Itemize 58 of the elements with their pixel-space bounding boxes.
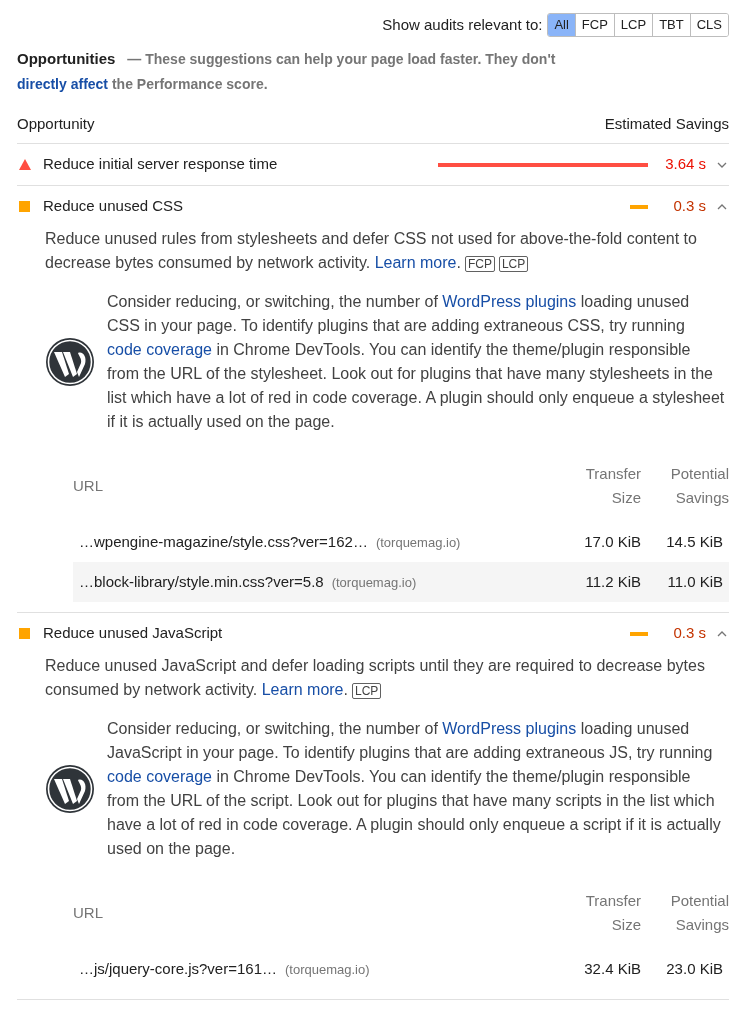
filter-button[interactable]: All — [548, 14, 575, 36]
section-description: Opportunities — These suggestions can help your page load faster. They don't directly affect the Performance score. — [17, 49, 557, 94]
audit-header[interactable]: Reduce initial server response time 3.64 s — [17, 144, 729, 185]
url-text: …wpengine-magazine/style.css?ver=162… — [79, 531, 368, 552]
link[interactable]: code coverage — [107, 341, 212, 358]
table-cell-text: 23.0 KiB — [665, 958, 723, 979]
savings-bar — [630, 631, 648, 636]
link[interactable]: Learn more — [374, 254, 457, 271]
link[interactable]: directly affect — [17, 76, 109, 92]
column-header: Transfer Size — [584, 464, 641, 508]
square-icon — [19, 628, 30, 639]
link[interactable]: WordPress plugins — [442, 720, 577, 737]
table-cell-text: 32.4 KiB — [583, 958, 641, 979]
column-header: URL — [73, 903, 104, 923]
stack-pack-note: Consider reducing, or switching, the number of WordPress plugins loading unused JavaScript in your page. To identify plugins that are adding extraneous JS, try running code coverage in Chrome DevTools. You can identify the theme/plugin responsible from the URL of the script. Look out for plugins that have many scripts in the list which have a lot of red in code coverage. A plugin should only enqueue a script if it is actually used on the page. — [107, 719, 722, 859]
audit-title: Reduce initial server response time — [43, 154, 279, 175]
host-text: (torquemag.io) — [375, 533, 461, 552]
link[interactable]: code coverage — [107, 768, 212, 785]
chevron-up-icon[interactable] — [717, 630, 727, 637]
chevron-up-icon[interactable] — [717, 203, 727, 210]
column-header: Estimated Savings — [604, 113, 729, 134]
column-header: Potential Savings — [669, 464, 729, 508]
metric-badge: LCP — [498, 255, 529, 272]
url-text: …block-library/style.min.css?ver=5.8 — [79, 571, 324, 592]
audit-header[interactable]: Reduce unused CSS 0.3 s — [17, 186, 729, 227]
host-text: (torquemag.io) — [285, 960, 370, 979]
url-text: …js/jquery-core.js?ver=161… — [79, 958, 277, 979]
metric-badge: LCP — [351, 682, 382, 699]
stack-pack-note: Consider reducing, or switching, the number of WordPress plugins loading unused CSS in your page. To identify plugins that are adding extraneous CSS, try running code coverage in Chrome DevTools. You can identify the theme/plugin responsible from the URL of the stylesheet. Look out for plugins that have many stylesheets in the list which have a lot of red in code coverage. A plugin should only enqueue a stylesheet if it is actually used on the page. — [107, 292, 726, 432]
square-icon — [19, 201, 30, 212]
column-header: URL — [73, 476, 104, 496]
table-cell-text: 14.5 KiB — [665, 531, 723, 552]
savings-bar — [630, 204, 648, 209]
section-title: Opportunities — [17, 50, 116, 67]
warning-triangle-icon — [19, 159, 31, 170]
savings-value: 3.64 s — [664, 154, 706, 175]
savings-value: 0.3 s — [672, 196, 706, 217]
link[interactable]: WordPress plugins — [442, 293, 577, 310]
savings-value: 0.3 s — [672, 623, 706, 644]
table-cell-text: 17.0 KiB — [583, 531, 641, 552]
filter-label: Show audits relevant to: — [382, 14, 543, 35]
metric-badge: FCP — [464, 255, 495, 272]
column-header: Potential Savings — [669, 891, 729, 935]
audit-description: Reduce unused JavaScript and defer loading scripts until they are required to decrease bytes consumed by network activity. Learn more. LCP — [45, 656, 706, 701]
wordpress-logo-icon — [45, 337, 95, 387]
filter-button[interactable]: CLS — [689, 14, 728, 36]
column-header: Transfer Size — [584, 891, 641, 935]
audit-title: Reduce unused CSS — [43, 196, 185, 217]
chevron-down-icon[interactable] — [717, 161, 727, 168]
wordpress-logo-icon — [45, 764, 95, 814]
table-cell-text: 11.0 KiB — [666, 571, 723, 592]
column-header: Opportunity — [17, 113, 95, 134]
audit-header[interactable]: Reduce unused JavaScript 0.3 s — [17, 613, 729, 654]
audit-description: Reduce unused rules from stylesheets and defer CSS not used for above-the-fold content to decrease bytes consumed by network activity. Learn more. FCP LCP — [45, 229, 698, 274]
table-cell-text: 11.2 KiB — [584, 571, 641, 592]
host-text: (torquemag.io) — [331, 573, 417, 592]
link[interactable]: Learn more — [261, 681, 344, 698]
audit-title: Reduce unused JavaScript — [43, 623, 224, 644]
